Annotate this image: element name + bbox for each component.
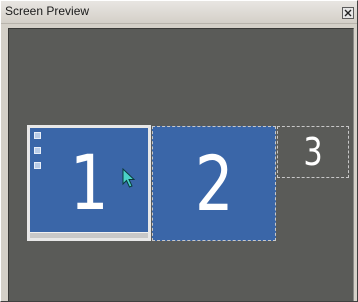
monitor-number: 1 bbox=[69, 138, 109, 227]
screen-preview-window: Screen Preview 1 2 3 bbox=[0, 0, 358, 302]
monitor-number: 3 bbox=[303, 130, 323, 174]
screen-preview-area: 1 2 3 bbox=[8, 28, 354, 301]
window-title: Screen Preview bbox=[5, 4, 90, 18]
monitor-1[interactable]: 1 bbox=[27, 125, 151, 241]
desktop-taskbar bbox=[30, 232, 148, 238]
title-bar[interactable]: Screen Preview bbox=[1, 1, 357, 24]
monitor-2[interactable]: 2 bbox=[152, 126, 276, 241]
monitor-number: 2 bbox=[194, 138, 234, 228]
monitor-3[interactable]: 3 bbox=[277, 126, 349, 178]
desktop-icon bbox=[34, 132, 41, 139]
desktop-icon bbox=[34, 147, 41, 154]
mouse-pointer-icon bbox=[122, 168, 136, 188]
close-icon bbox=[344, 9, 352, 17]
desktop-icon bbox=[34, 162, 41, 169]
close-button[interactable] bbox=[342, 7, 354, 19]
desktop-icons bbox=[34, 132, 44, 177]
